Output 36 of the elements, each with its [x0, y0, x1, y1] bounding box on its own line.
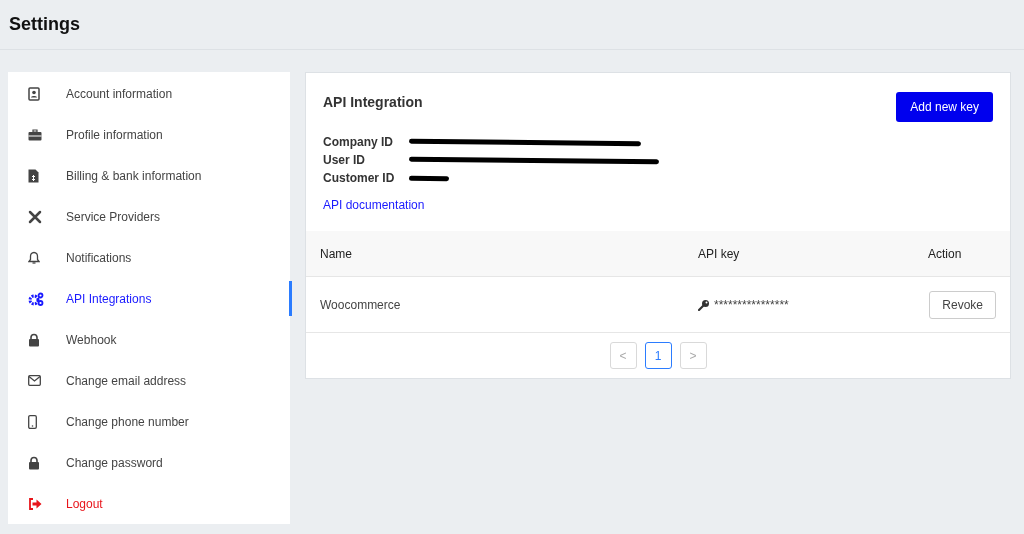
lock-icon — [28, 332, 40, 347]
sidebar-item[interactable]: API Integrations — [8, 278, 290, 319]
api-documentation-link[interactable]: API documentation — [323, 198, 425, 212]
phone-icon — [28, 414, 37, 429]
column-header: API key — [698, 246, 741, 261]
add-key-button[interactable]: Add new key — [896, 92, 993, 122]
table-cell-text: Woocommerce — [320, 297, 402, 312]
sidebar-item[interactable]: Logout — [8, 483, 290, 524]
sidebar-item[interactable]: Change password — [8, 442, 290, 483]
column-header: Name — [320, 246, 353, 261]
revoke-button[interactable]: Revoke — [929, 290, 996, 319]
page-button[interactable]: 1 — [644, 342, 672, 369]
lock-icon — [28, 455, 40, 470]
active-indicator — [289, 281, 292, 316]
sidebar-item[interactable]: Change phone number — [8, 401, 290, 442]
masked-api-key: **************** — [714, 297, 789, 312]
sidebar-item[interactable]: Profile information — [8, 114, 290, 155]
field-label: Company ID — [323, 135, 394, 149]
briefcase-icon — [28, 128, 42, 141]
panel-title: API Integration — [323, 94, 423, 110]
sidebar-item[interactable]: Service Providers — [8, 196, 290, 237]
envelope-icon — [28, 375, 41, 386]
logout-icon — [28, 497, 42, 510]
sidebar-item[interactable]: Account information — [8, 73, 290, 114]
page-title: Settings — [9, 14, 80, 35]
bell-icon — [28, 250, 40, 265]
key-icon — [698, 298, 710, 311]
contact-card-icon — [28, 86, 40, 101]
invoice-icon — [28, 168, 39, 183]
field-label: Customer ID — [323, 171, 396, 185]
sidebar-item[interactable]: Notifications — [8, 237, 290, 278]
column-header: Action — [927, 246, 963, 261]
sidebar-item[interactable]: Change email address — [8, 360, 290, 401]
sidebar-item[interactable]: Billing & bank information — [8, 155, 290, 196]
field-label: User ID — [323, 153, 367, 167]
sidebar-item[interactable]: Webhook — [8, 319, 290, 360]
